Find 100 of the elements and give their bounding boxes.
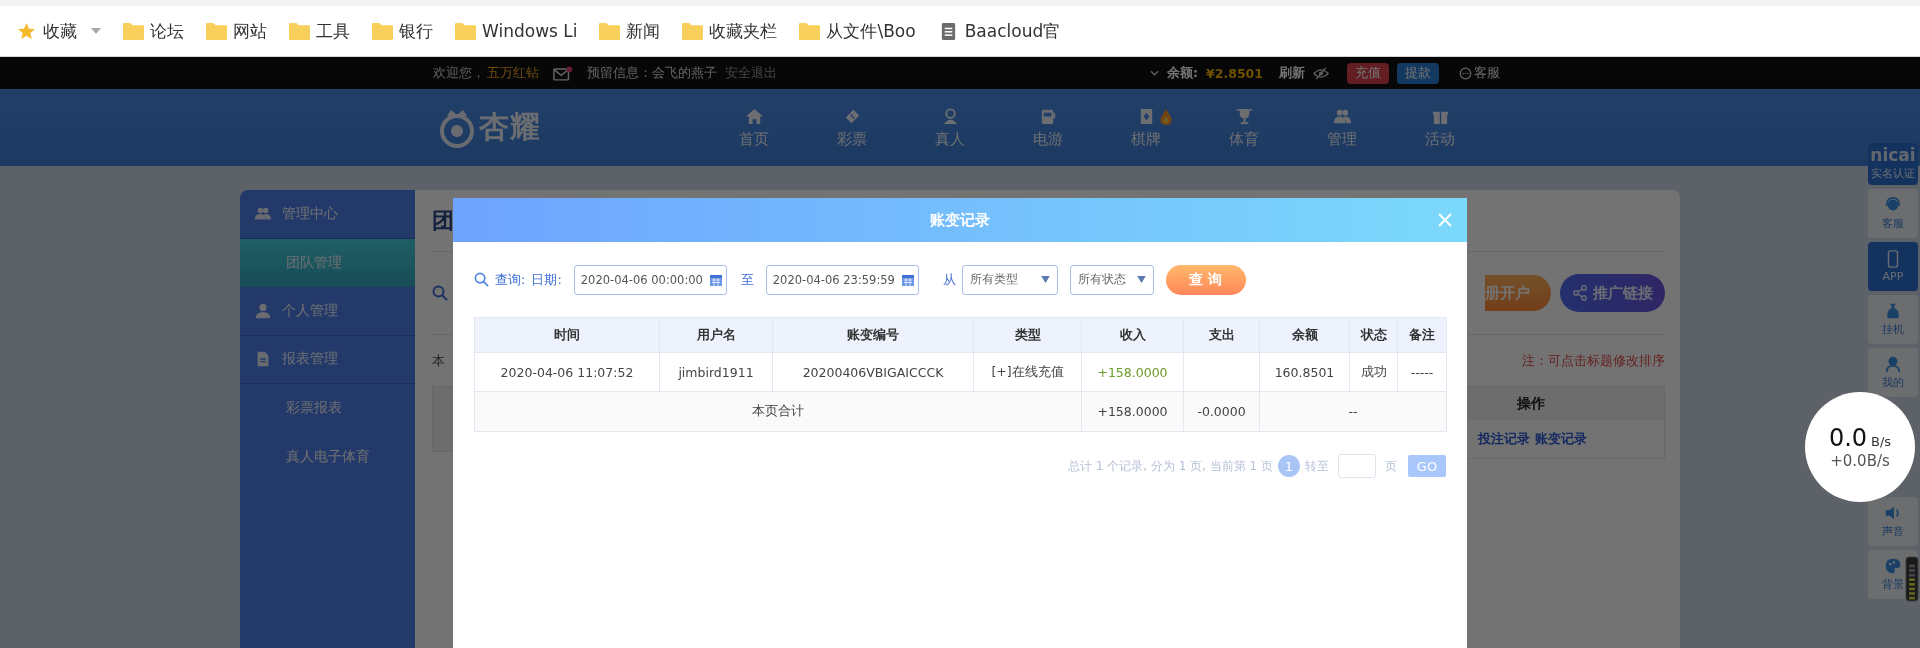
query-label: 查询: [495,270,526,289]
bookmark[interactable]: 收藏夹栏 [682,19,778,43]
column-header[interactable]: 支出 [1183,317,1260,353]
calendar-icon[interactable] [900,272,915,287]
column-header[interactable]: 备注 [1397,317,1447,353]
nav-item[interactable]: 管理 [1293,97,1391,158]
from-label: 从 [942,270,956,289]
deposit-button[interactable]: 充值 [1347,62,1389,84]
side-widget[interactable]: 客服 [1868,189,1918,238]
caret-icon[interactable] [91,28,101,34]
folder-icon [372,21,393,41]
action-link[interactable]: 投注记录 [1478,430,1530,448]
sidebar-item[interactable]: 报表管理 [240,335,415,384]
meter-drawing [1905,556,1919,602]
table-cell: -0.0000 [1183,391,1260,432]
type-dropdown[interactable]: 所有类型 [961,264,1058,295]
side-widget[interactable]: 我的 [1868,348,1918,397]
page-input[interactable] [1338,454,1376,478]
logout-link[interactable]: 安全退出 [725,64,777,82]
caret-icon [1040,276,1050,283]
side-widget[interactable]: 挂机 [1868,295,1918,344]
promo-link-button[interactable]: 推广链接 [1560,274,1665,312]
nav-item[interactable]: 首页 [705,97,803,158]
chevron-down-icon[interactable] [1150,70,1160,76]
bookmark[interactable]: 论坛 [123,19,184,43]
nav-item[interactable]: 活动 [1391,97,1489,158]
refresh-button[interactable]: 刷新 [1279,64,1305,82]
date-field[interactable]: 2020-04-06 00:00:00 [573,264,727,295]
page-unit: 页 [1385,457,1397,475]
bookmark[interactable]: 工具 [289,19,350,43]
table-background [432,386,453,452]
date-label: 日期: [531,270,562,289]
table-cell: +158.0000 [1081,391,1184,432]
nav-item[interactable]: 电游 [999,97,1097,158]
person-icon [1884,355,1902,373]
sidebar-item[interactable]: 彩票报表 [240,384,415,433]
bookmark[interactable]: 网站 [206,19,267,43]
info-text: 本 [432,351,445,370]
go-button[interactable]: GO [1408,455,1446,477]
column-header[interactable]: 状态 [1349,317,1398,353]
table-cell: 20200406VBIGAICCCK [772,352,974,392]
bookmark[interactable]: Windows Li [455,21,578,41]
person-icon [254,301,272,320]
nav-item[interactable]: 棋牌 [1097,97,1195,158]
folder-icon [123,21,144,41]
home-icon [744,106,764,126]
status-dropdown[interactable]: 所有状态 [1069,264,1154,295]
bookmark[interactable]: Baacloud官 [937,19,1061,43]
mail-icon[interactable] [553,65,573,81]
customer-service-link[interactable]: 客服 [1459,64,1500,82]
nav-item[interactable]: 真人 [901,97,999,158]
table-cell: jimbird1911 [659,352,773,392]
bookmark[interactable]: 新闻 [599,19,661,43]
side-widget[interactable]: APP [1868,242,1918,291]
column-header[interactable]: 用户名 [659,317,773,353]
username[interactable]: 五万红钻 [487,64,539,82]
folder-icon [599,21,621,41]
eye-slash-icon[interactable] [1313,66,1329,80]
calendar-icon[interactable] [708,272,723,287]
reserved-info: 预留信息：会飞的燕子 [587,64,717,82]
table-cell: 本页合计 [474,391,1082,432]
bookmark[interactable]: 从文件\Boo [799,19,916,43]
date-field[interactable]: 2020-04-06 23:59:59 [765,264,919,295]
column-header[interactable]: 收入 [1081,317,1184,353]
query-button[interactable]: 查 询 [1165,264,1246,295]
action-link[interactable]: 账变记录 [1535,430,1587,448]
money-bag-icon [1884,302,1902,320]
dialog-title: 账变记录 [930,210,990,230]
withdraw-button[interactable]: 提款 [1397,62,1439,84]
folder-icon [206,21,227,41]
column-header[interactable]: 类型 [973,317,1082,353]
star-icon [16,21,37,41]
close-icon[interactable] [1437,212,1453,228]
table-cell: ----- [1397,352,1447,392]
logo[interactable]: 杏耀 [437,107,577,148]
nav-item[interactable]: 体育 [1195,97,1293,158]
speaker-icon [1884,504,1902,522]
balance-label: 余额: [1167,64,1199,82]
sidebar-item[interactable]: 个人管理 [240,287,415,336]
folder-icon [682,21,704,41]
page-number[interactable]: 1 [1278,455,1300,477]
bookmark[interactable]: 收藏 [16,19,77,43]
search-icon[interactable] [432,285,448,301]
balance-value: ¥2.8501 [1206,65,1263,81]
bookmark[interactable]: 银行 [372,19,433,43]
goto-label: 转至 [1305,457,1329,475]
table-cell: -- [1259,391,1447,432]
column-header[interactable]: 余额 [1259,317,1350,353]
sidebar-item[interactable]: 团队管理 [240,238,415,287]
side-widget[interactable]: nicai 实名认证 [1868,143,1918,185]
speed-delta: +0.0B/s [1830,452,1890,470]
sidebar-item[interactable]: 真人电子体育 [240,432,415,481]
table-cell: +158.0000 [1081,352,1184,392]
open-account-button[interactable]: 册开户 [1485,275,1551,311]
table-cell: 160.8501 [1259,352,1350,392]
column-header[interactable]: 时间 [474,317,660,353]
sidebar-item[interactable]: 管理中心 [240,190,415,239]
column-header[interactable]: 账变编号 [772,317,974,353]
nav-item[interactable]: 彩票 [803,97,901,158]
side-widget[interactable]: 声音 [1868,497,1918,546]
